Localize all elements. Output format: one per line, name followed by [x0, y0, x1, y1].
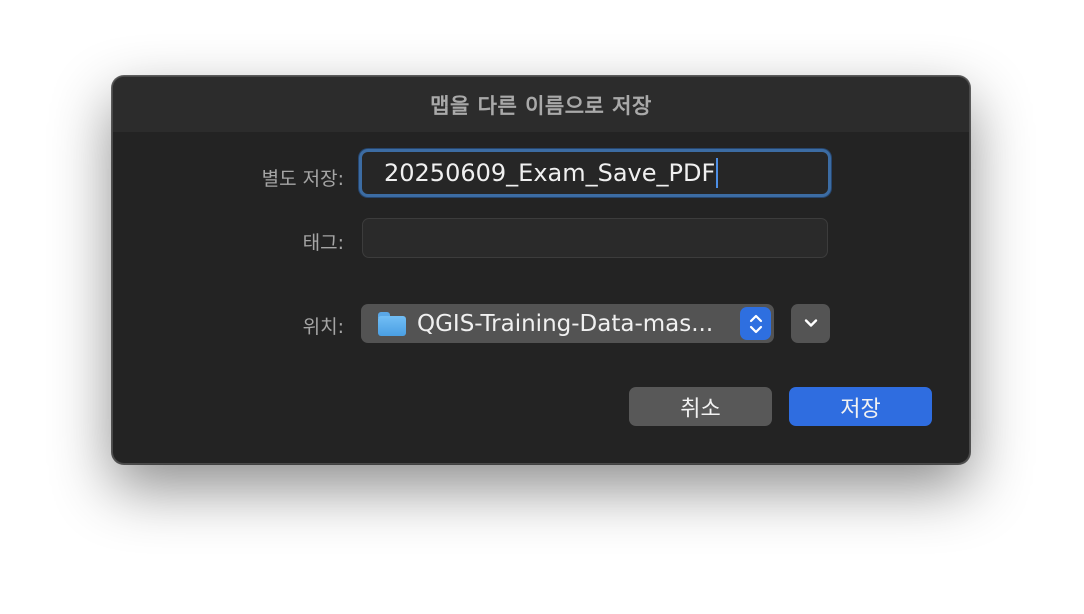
tags-label: 태그:	[302, 232, 344, 254]
save-as-value: 20250609_Exam_Save_PDF	[384, 159, 716, 187]
up-down-chevron-icon[interactable]	[740, 307, 771, 340]
where-value: QGIS-Training-Data-mas...	[417, 310, 714, 337]
chevron-down-icon	[803, 314, 819, 333]
save-as-input[interactable]: 20250609_Exam_Save_PDF	[362, 152, 828, 194]
save-as-label: 별도 저장:	[261, 168, 344, 190]
text-caret	[716, 158, 719, 188]
where-popup-button[interactable]: QGIS-Training-Data-mas...	[361, 304, 774, 343]
tags-field[interactable]	[362, 218, 828, 258]
save-as-field[interactable]: 20250609_Exam_Save_PDF	[359, 149, 831, 197]
save-button[interactable]: 저장	[789, 387, 932, 426]
dialog-title: 맵을 다른 이름으로 저장	[430, 93, 652, 118]
expand-button[interactable]	[791, 304, 830, 343]
where-label: 위치:	[302, 316, 344, 338]
dialog-titlebar: 맵을 다른 이름으로 저장	[113, 77, 969, 132]
save-as-dialog: 맵을 다른 이름으로 저장 별도 저장: 20250609_Exam_Save_…	[112, 76, 970, 464]
cancel-button[interactable]: 취소	[629, 387, 772, 426]
folder-icon	[377, 311, 407, 337]
